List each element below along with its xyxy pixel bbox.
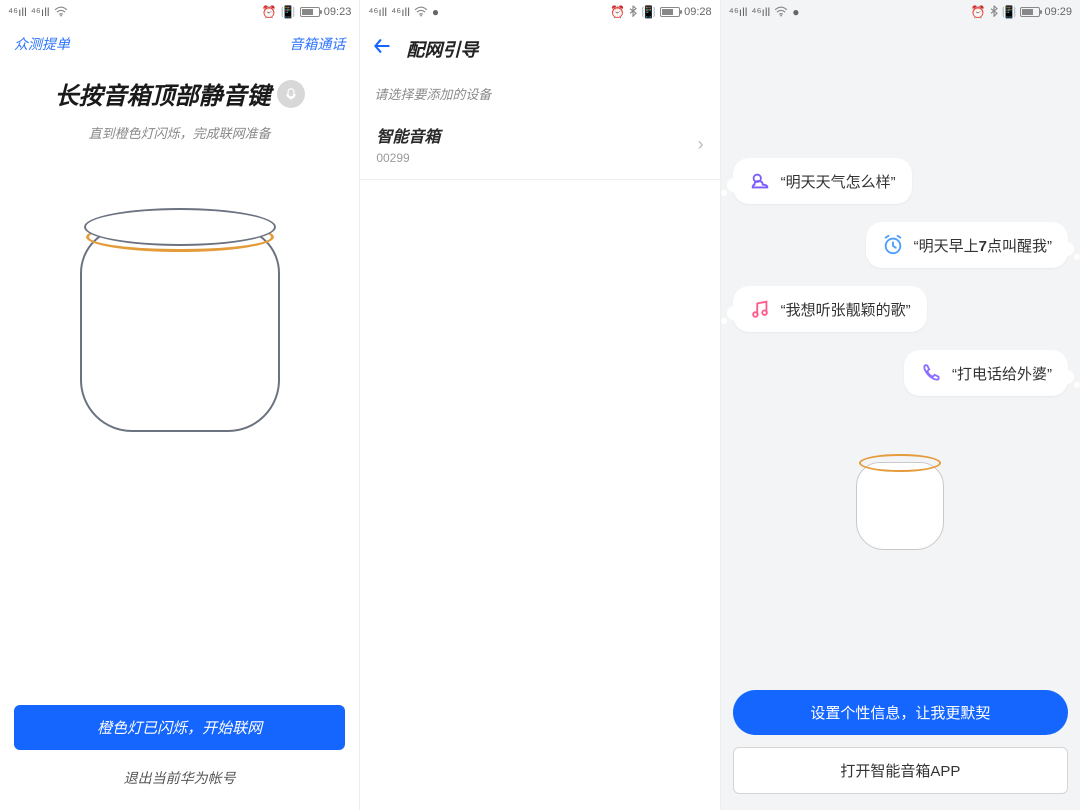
signal-icon: ⁴⁶ıll <box>8 6 27 18</box>
signal-icon: ⁴⁶ıll <box>31 6 50 18</box>
section-caption: 请选择要添加的设备 <box>360 74 719 109</box>
mute-icon <box>277 80 305 108</box>
dot-icon: ● <box>792 6 799 18</box>
wifi-icon <box>414 5 428 19</box>
signal-icon: ⁴⁶ıll <box>391 6 410 18</box>
speaker-illustration <box>856 450 944 550</box>
signal-icon: ⁴⁶ıll <box>751 6 770 18</box>
nav-bar: 配网引导 <box>360 24 719 74</box>
screen-device-list: ⁴⁶ıll ⁴⁶ıll ● ⏰ 📳 09:28 配网引导 <box>360 0 720 810</box>
wifi-icon <box>774 5 788 19</box>
logout-link[interactable]: 退出当前华为帐号 <box>124 768 236 788</box>
status-bar: ⁴⁶ıll ⁴⁶ıll ● ⏰ 📳 09:29 <box>721 0 1080 24</box>
battery-icon <box>660 7 680 17</box>
status-time: 09:23 <box>324 6 352 18</box>
speaker-call-link[interactable]: 音箱通话 <box>289 34 345 54</box>
vibrate-icon: 📳 <box>641 6 656 18</box>
back-icon[interactable] <box>372 36 392 62</box>
open-app-button[interactable]: 打开智能音箱APP <box>733 747 1068 794</box>
battery-icon <box>1020 7 1040 17</box>
phone-icon <box>920 362 942 384</box>
signal-icon: ⁴⁶ıll <box>368 6 387 18</box>
music-icon <box>749 298 771 320</box>
battery-icon <box>300 7 320 17</box>
weather-icon <box>749 170 771 192</box>
signal-icon: ⁴⁶ıll <box>729 6 748 18</box>
vibrate-icon: 📳 <box>1002 6 1017 18</box>
alarm-icon: ⏰ <box>971 6 986 18</box>
feedback-link[interactable]: 众测提单 <box>14 34 70 54</box>
bubble-text: “明天早上7点叫醒我” <box>914 235 1052 256</box>
device-name: 智能音箱 <box>376 123 440 147</box>
example-bubble-music: “我想听张靓颖的歌” <box>733 286 927 332</box>
example-bubble-alarm: “明天早上7点叫醒我” <box>866 222 1068 268</box>
bubble-text: “我想听张靓颖的歌” <box>781 299 911 320</box>
page-title: 长按音箱顶部静音键 <box>55 76 305 111</box>
status-bar: ⁴⁶ıll ⁴⁶ıll ⏰ 📳 09:23 <box>0 0 359 24</box>
alarm-icon: ⏰ <box>610 6 625 18</box>
bluetooth-icon <box>990 5 998 19</box>
dot-icon: ● <box>432 6 439 18</box>
device-list-item[interactable]: 智能音箱 00299 › <box>360 109 719 180</box>
setup-profile-button[interactable]: 设置个性信息，让我更默契 <box>733 690 1068 735</box>
example-bubble-weather: “明天天气怎么样” <box>733 158 912 204</box>
page-subtitle: 直到橙色灯闪烁，完成联网准备 <box>89 123 271 142</box>
bubble-text: “明天天气怎么样” <box>781 171 896 192</box>
vibrate-icon: 📳 <box>281 6 296 18</box>
nav-title: 配网引导 <box>406 36 478 62</box>
start-network-button[interactable]: 橙色灯已闪烁，开始联网 <box>14 705 345 750</box>
screen-setup: ⁴⁶ıll ⁴⁶ıll ⏰ 📳 09:23 众测提单 音箱通话 长按音箱顶部静音… <box>0 0 360 810</box>
alarm-clock-icon <box>882 234 904 256</box>
example-bubble-phone: “打电话给外婆” <box>904 350 1068 396</box>
speaker-illustration <box>80 202 280 432</box>
device-code: 00299 <box>376 151 440 165</box>
bluetooth-icon <box>629 5 637 19</box>
status-time: 09:28 <box>684 6 712 18</box>
status-bar: ⁴⁶ıll ⁴⁶ıll ● ⏰ 📳 09:28 <box>360 0 719 24</box>
alarm-icon: ⏰ <box>262 6 277 18</box>
bubble-text: “打电话给外婆” <box>952 363 1052 384</box>
status-time: 09:29 <box>1044 6 1072 18</box>
chevron-right-icon: › <box>698 134 704 155</box>
screen-onboarding: ⁴⁶ıll ⁴⁶ıll ● ⏰ 📳 09:29 <box>721 0 1080 810</box>
wifi-icon <box>54 5 68 19</box>
